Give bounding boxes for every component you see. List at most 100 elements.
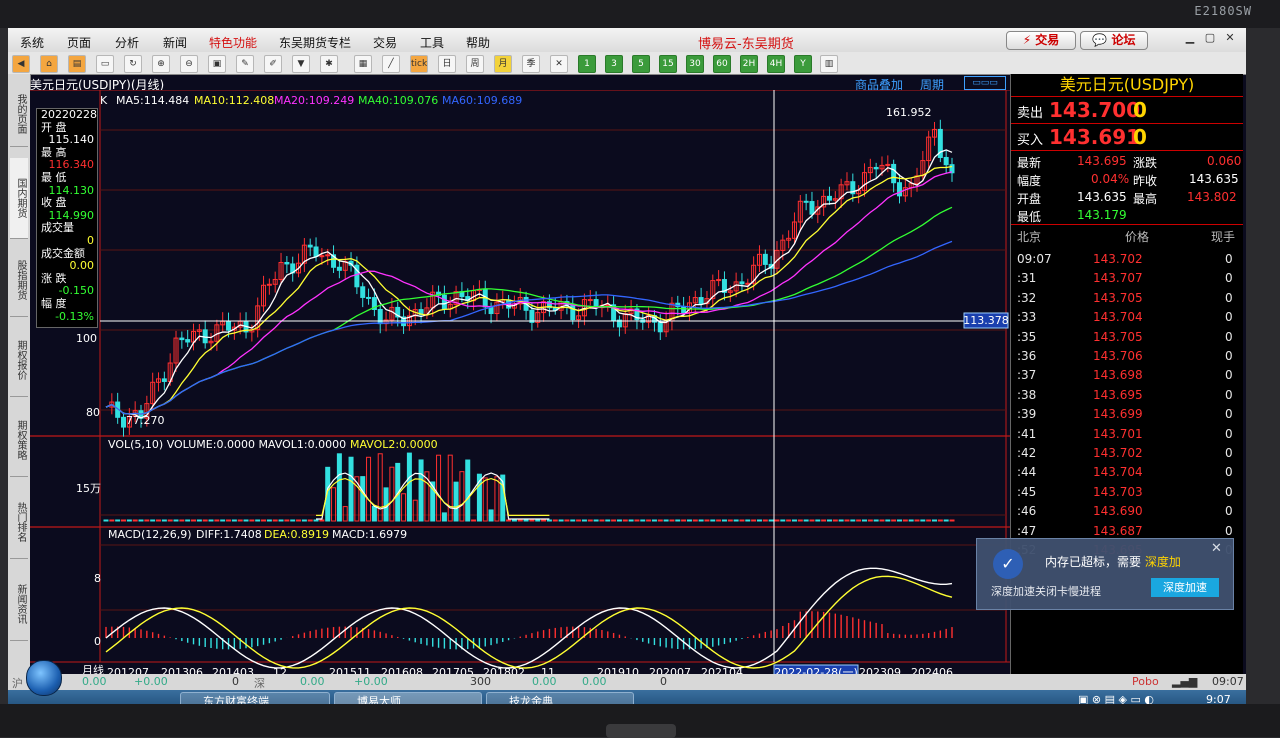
tab-index-futures[interactable]: 股指期货 xyxy=(10,244,28,317)
volume-bar xyxy=(675,519,681,522)
period-5-button[interactable]: 5 xyxy=(632,55,650,73)
table-icon[interactable]: ▦ xyxy=(354,55,372,73)
volume-bar xyxy=(237,519,243,522)
day-icon[interactable]: 日 xyxy=(438,55,456,73)
tab-hot-ranking[interactable]: 热门排名 xyxy=(10,486,28,559)
macd-diff: DIFF:1.7408 xyxy=(196,528,262,541)
period-3-button[interactable]: 3 xyxy=(605,55,623,73)
refresh-icon[interactable]: ↻ xyxy=(124,55,142,73)
card-icon[interactable]: ▭ xyxy=(96,55,114,73)
task-jilong[interactable]: 技龙金典 xyxy=(486,692,634,704)
tick-row: 09:07 143.702 0 xyxy=(1011,252,1243,271)
period-60-button[interactable]: 60 xyxy=(713,55,731,73)
tick-price: 143.705 xyxy=(1093,329,1143,344)
menu-system[interactable]: 系统 xyxy=(20,34,44,51)
popup-close-icon[interactable]: ✕ xyxy=(1211,541,1222,556)
menu-special[interactable]: 特色功能 xyxy=(209,34,257,51)
period-4h-button[interactable]: 4H xyxy=(767,55,785,73)
tab-my-page[interactable]: 我的页面 xyxy=(10,82,28,147)
menu-news[interactable]: 新闻 xyxy=(163,34,187,51)
period-2h-button[interactable]: 2H xyxy=(740,55,758,73)
volume-bar xyxy=(605,519,611,522)
window-icon[interactable]: ▣ xyxy=(208,55,226,73)
volume-bar xyxy=(132,519,138,522)
stat-row-1: 最新 143.695 涨跌 0.060 xyxy=(1011,152,1243,170)
tab-options-strategy[interactable]: 期权策略 xyxy=(10,404,28,477)
start-button[interactable] xyxy=(26,660,62,696)
trade-button[interactable]: ⚡ 交易 xyxy=(1006,31,1076,50)
task-boyi[interactable]: 博易大师 xyxy=(334,692,482,704)
forum-button[interactable]: 💬 论坛 xyxy=(1080,31,1148,50)
cross-icon[interactable]: ✕ xyxy=(550,55,568,73)
period-1-button[interactable]: 1 xyxy=(578,55,596,73)
candle-body xyxy=(307,244,313,248)
accelerate-button[interactable]: 深度加速 xyxy=(1151,578,1219,597)
kline-chart[interactable]: 113.378 K MA5:114.484 MA10:112.408 MA20:… xyxy=(30,90,1010,690)
volume-bar xyxy=(453,481,459,522)
menu-help[interactable]: 帮助 xyxy=(466,34,490,51)
period-year-button[interactable]: Y xyxy=(794,55,812,73)
tab-news[interactable]: 新闻资讯 xyxy=(10,568,28,641)
popup-message-text: 内存已超标，需要 xyxy=(1045,555,1142,569)
vol-header: VOL(5,10) VOLUME:0.0000 MAVOL1:0.0000 xyxy=(108,438,346,451)
tick-time: :41 xyxy=(1017,426,1037,441)
menu-page[interactable]: 页面 xyxy=(67,34,91,51)
taskbar-clock[interactable]: 9:07 xyxy=(1206,693,1231,704)
monitor-logo xyxy=(606,724,676,738)
tick-row: :46 143.690 0 xyxy=(1011,504,1243,523)
chg-value: 0.060 xyxy=(1207,154,1242,168)
prev-label: 昨收 xyxy=(1133,174,1158,188)
menu-trade[interactable]: 交易 xyxy=(373,34,397,51)
doc-icon[interactable]: ▤ xyxy=(68,55,86,73)
candle-body xyxy=(226,320,232,331)
close-icon[interactable]: ✕ xyxy=(1224,32,1236,44)
period-30-button[interactable]: 30 xyxy=(686,55,704,73)
layout-toggle-icon[interactable]: ▭▭▭ xyxy=(964,76,1006,90)
volume-bar xyxy=(564,519,570,522)
back-icon[interactable]: ◀ xyxy=(12,55,30,73)
volume-bar xyxy=(657,519,663,522)
popup-subtext: 深度加速关闭卡慢进程 xyxy=(991,585,1101,598)
tick-qty: 0 xyxy=(1225,310,1233,325)
season-icon[interactable]: 季 xyxy=(522,55,540,73)
volume-bar xyxy=(290,519,296,522)
volume-bar xyxy=(220,519,226,522)
month-icon[interactable]: 月 xyxy=(494,55,512,73)
tick-chart-icon[interactable]: tick xyxy=(410,55,428,73)
zoom-out-icon[interactable]: ⊖ xyxy=(180,55,198,73)
week-icon[interactable]: 周 xyxy=(466,55,484,73)
volume-bar xyxy=(173,519,179,522)
task-eastmoney[interactable]: 东方财富终端 xyxy=(180,692,330,704)
volume-bar xyxy=(511,519,517,522)
maximize-icon[interactable]: ▢ xyxy=(1204,32,1216,44)
macd-y-8: 8 xyxy=(94,572,101,585)
minimize-icon[interactable]: ▁ xyxy=(1184,32,1196,44)
volume-bar xyxy=(920,519,926,522)
tab-options-quote[interactable]: 期权报价 xyxy=(10,324,28,397)
candle-body xyxy=(266,283,272,286)
calendar-icon[interactable]: ▥ xyxy=(820,55,838,73)
menu-tools[interactable]: 工具 xyxy=(420,34,444,51)
low-label: 最低 xyxy=(1017,210,1042,224)
volume-bar xyxy=(307,519,313,522)
candle-body xyxy=(943,156,949,166)
candle-body xyxy=(377,308,383,325)
filter-icon[interactable]: ▼ xyxy=(292,55,310,73)
volume-bar xyxy=(640,519,646,522)
tray-icons[interactable]: ▣ ⊗ ▤ ◈ ▭ ◐ xyxy=(1078,693,1154,704)
tab-domestic-futures[interactable]: 国内期货 xyxy=(10,158,28,239)
line-chart-icon[interactable]: ╱ xyxy=(382,55,400,73)
pen-icon[interactable]: ✎ xyxy=(236,55,254,73)
memory-warning-popup: ✓ 内存已超标，需要 深度加 深度加速关闭卡慢进程 深度加速 ✕ xyxy=(976,538,1234,610)
brush-icon[interactable]: ✐ xyxy=(264,55,282,73)
menu-dongwu[interactable]: 东吴期货专栏 xyxy=(279,34,351,51)
menu-analysis[interactable]: 分析 xyxy=(115,34,139,51)
pin-icon[interactable]: ✱ xyxy=(320,55,338,73)
home-icon[interactable]: ⌂ xyxy=(40,55,58,73)
zoom-in-icon[interactable]: ⊕ xyxy=(152,55,170,73)
volume-bar xyxy=(780,519,786,522)
tick-price: 143.703 xyxy=(1093,484,1143,499)
period-15-button[interactable]: 15 xyxy=(659,55,677,73)
volume-bar xyxy=(716,519,722,522)
menu-bar: 系统 页面 分析 新闻 特色功能 东吴期货专栏 交易 工具 帮助 博易云-东吴期… xyxy=(8,28,1246,53)
